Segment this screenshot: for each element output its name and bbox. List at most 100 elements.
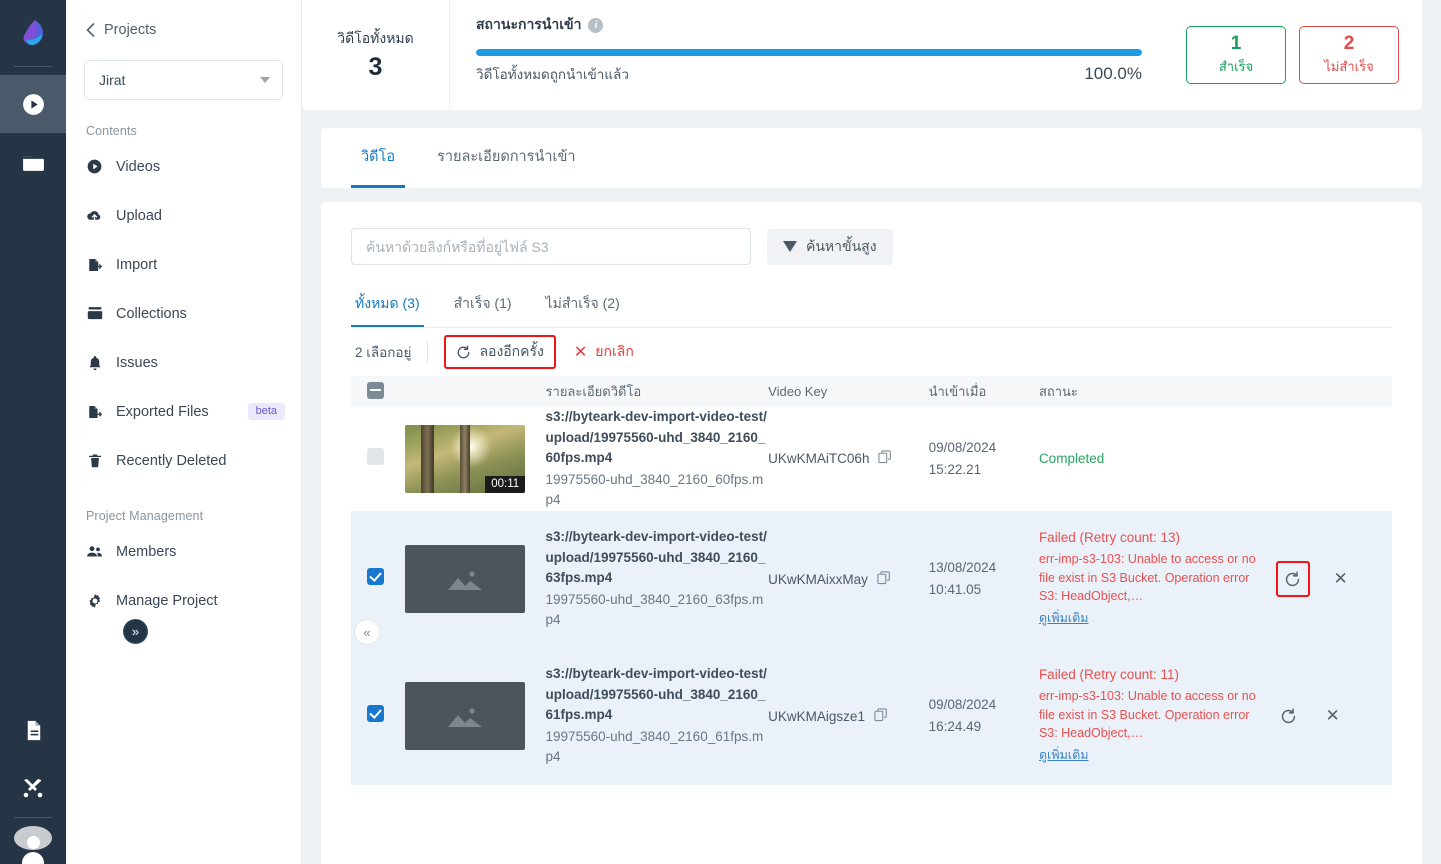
table-row[interactable]: s3://byteark-dev-import-video-test/uploa… <box>351 510 1392 648</box>
info-icon[interactable]: i <box>588 17 604 33</box>
imported-time: 10:41.05 <box>928 582 982 597</box>
copy-icon[interactable] <box>877 570 891 588</box>
video-thumbnail-placeholder[interactable] <box>405 682 526 750</box>
video-path: s3://byteark-dev-import-video-test/uploa… <box>545 529 767 586</box>
retry-label: ลองอีกครั้ง <box>479 343 544 359</box>
tools-icon <box>23 779 43 798</box>
funnel-icon <box>783 241 797 252</box>
copy-icon[interactable] <box>878 450 892 467</box>
selected-count-label: 2 เลือกอยู่ <box>355 345 412 360</box>
video-key-value: UKwKMAixxMay <box>768 571 868 587</box>
sidebar-item-recently-deleted[interactable]: Recently Deleted <box>66 436 301 485</box>
tab-videos[interactable]: วิดีโอ <box>351 128 406 188</box>
back-label: Projects <box>104 22 157 38</box>
row-actions: ✕ <box>1262 703 1392 729</box>
copy-icon[interactable] <box>874 707 888 725</box>
cancel-selected-button[interactable]: ✕ ยกเลิก <box>574 341 634 363</box>
sidebar-item-collections[interactable]: Collections <box>66 289 301 338</box>
table-body: 00:11 s3://byteark-dev-import-video-test/… <box>351 407 1392 785</box>
video-list-card: ค้นหาขั้นสูง ทั้งหมด (3) สำเร็จ (1) ไม่ส… <box>321 202 1422 864</box>
advanced-search-button[interactable]: ค้นหาขั้นสูง <box>767 228 893 265</box>
videos-rail[interactable] <box>0 75 66 133</box>
sidebar-collapse-button[interactable]: « <box>354 619 380 645</box>
video-thumbnail[interactable]: 00:11 <box>405 424 526 493</box>
sidebar-item-label: Videos <box>116 158 161 175</box>
row-retry-button[interactable] <box>1276 703 1302 729</box>
retry-icon <box>458 344 470 358</box>
sidebar-item-upload[interactable]: Upload <box>66 191 301 240</box>
subtab-success[interactable]: สำเร็จ (1) <box>450 293 516 327</box>
header-status: สถานะ <box>1038 376 1262 407</box>
header-actions <box>1261 376 1392 407</box>
tools-rail[interactable] <box>0 759 66 817</box>
chevron-left-icon <box>86 23 95 37</box>
table-row[interactable]: s3://byteark-dev-import-video-test/uploa… <box>351 647 1392 785</box>
status-see-more-link[interactable]: ดูเพิ่มเติม <box>1039 745 1089 765</box>
subtab-label: สำเร็จ (1) <box>453 295 512 311</box>
docs-rail[interactable] <box>0 701 66 759</box>
project-select[interactable]: Jirat <box>84 60 283 100</box>
play-circle-icon <box>86 159 103 174</box>
failed-count-chip[interactable]: 2 ไม่สำเร็จ <box>1299 26 1399 84</box>
row-checkbox[interactable] <box>367 705 384 722</box>
video-path: s3://byteark-dev-import-video-test/uploa… <box>545 409 767 465</box>
beta-badge: beta <box>247 403 285 420</box>
sidebar-item-label: Manage Project <box>116 592 218 609</box>
gear-icon <box>86 593 103 609</box>
sidebar-item-manage-project[interactable]: Manage Project <box>66 576 301 625</box>
sidebar-item-members[interactable]: Members <box>66 527 301 576</box>
sidebar-item-issues[interactable]: Issues <box>66 338 301 387</box>
status-see-more-link[interactable]: ดูเพิ่มเติม <box>1039 608 1089 628</box>
byteark-logo[interactable] <box>0 0 66 66</box>
sidebar-item-label: Upload <box>116 207 162 224</box>
progress-caption: วิดีโอทั้งหมดถูกนำเข้าแล้ว <box>476 67 629 82</box>
table-row[interactable]: 00:11 s3://byteark-dev-import-video-test/… <box>351 407 1392 511</box>
row-retry-button[interactable] <box>1275 561 1310 597</box>
failed-count: 2 <box>1343 33 1355 54</box>
imported-date: 09/08/2024 <box>928 439 997 455</box>
total-videos-stat: วิดีโอทั้งหมด 3 <box>302 0 450 110</box>
video-path: s3://byteark-dev-import-video-test/uploa… <box>545 666 767 723</box>
avatar[interactable] <box>14 826 52 864</box>
import-progress-block: สถานะการนำเข้า i วิดีโอทั้งหมดถูกนำเข้าแ… <box>450 0 1164 110</box>
row-video-key-cell: UKwKMAigsze1 <box>768 648 928 785</box>
row-checkbox[interactable] <box>367 568 384 585</box>
row-checkbox[interactable] <box>367 447 384 465</box>
row-status-cell: Failed (Retry count: 13) err-imp-s3-103: … <box>1039 511 1262 648</box>
tab-import-details[interactable]: รายละเอียดการนำเข้า <box>427 128 585 188</box>
video-thumbnail-placeholder[interactable] <box>405 545 526 613</box>
search-input[interactable] <box>351 228 751 265</box>
progress-fill <box>476 49 1142 56</box>
back-to-projects[interactable]: Projects <box>66 0 301 38</box>
trash-icon <box>86 453 103 469</box>
sidebar-item-import[interactable]: Import <box>66 240 301 289</box>
video-filename: 19975560-uhd_3840_2160_63fps.mp4 <box>545 591 764 628</box>
status-failed-title: Failed (Retry count: 11) <box>1038 667 1179 683</box>
retry-selected-button[interactable]: ลองอีกครั้ง <box>444 335 556 369</box>
document-icon <box>27 720 40 740</box>
total-videos-value: 3 <box>368 53 383 81</box>
rail-expand-button[interactable]: » <box>123 619 148 644</box>
summary-chips: 1 สำเร็จ 2 ไม่สำเร็จ <box>1164 0 1422 110</box>
bulk-action-row: 2 เลือกอยู่ ลองอีกครั้ง ✕ ยกเลิก <box>351 328 1392 376</box>
status-subtabs: ทั้งหมด (3) สำเร็จ (1) ไม่สำเร็จ (2) <box>351 293 1392 328</box>
subtab-all[interactable]: ทั้งหมด (3) <box>351 293 424 327</box>
close-icon: ✕ <box>573 344 588 361</box>
row-cancel-button[interactable]: ✕ <box>1328 566 1354 592</box>
sidebar-item-videos[interactable]: Videos <box>66 142 301 191</box>
folders-rail[interactable] <box>0 133 66 191</box>
subtab-failed[interactable]: ไม่สำเร็จ (2) <box>542 293 624 327</box>
sidebar-item-exported-files[interactable]: Exported Files beta <box>66 387 301 436</box>
success-count-chip[interactable]: 1 สำเร็จ <box>1186 26 1286 84</box>
import-summary-panel: วิดีโอทั้งหมด 3 สถานะการนำเข้า i วิดีโอท… <box>302 0 1422 110</box>
header-video-key: Video Key <box>768 376 929 407</box>
row-cancel-button[interactable]: ✕ <box>1320 703 1346 729</box>
search-row: ค้นหาขั้นสูง <box>351 228 1392 265</box>
sidebar-item-label: Members <box>116 543 177 560</box>
export-file-icon <box>86 404 103 420</box>
imported-time: 15:22.21 <box>928 461 982 477</box>
row-actions-cell <box>1262 407 1392 511</box>
app-rail <box>0 0 66 864</box>
row-video-key-cell: UKwKMAiTC06h <box>768 407 928 511</box>
select-all-checkbox[interactable] <box>367 381 384 399</box>
